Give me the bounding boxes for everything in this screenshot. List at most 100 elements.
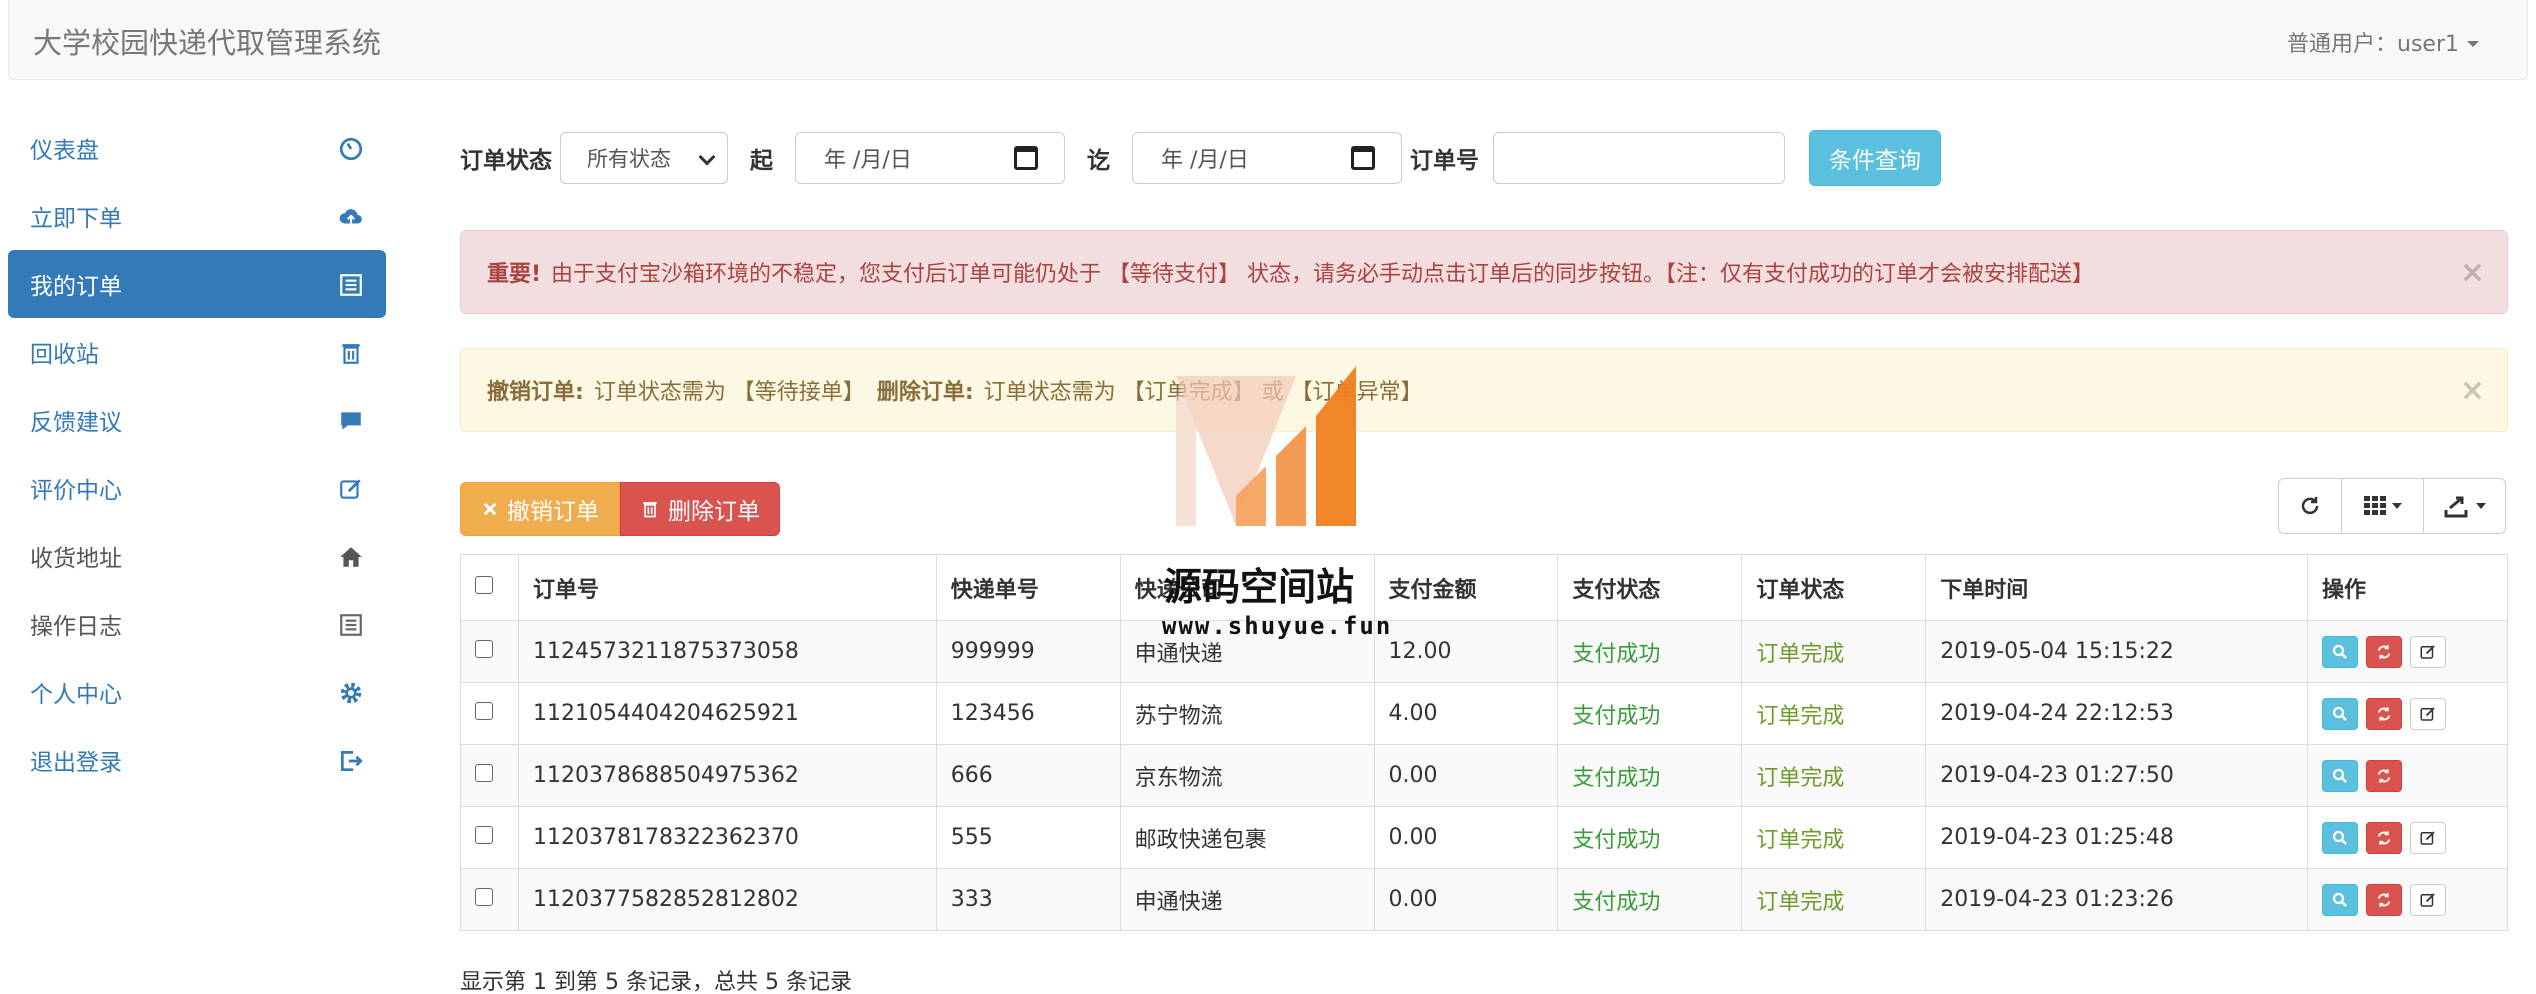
refresh-button[interactable] <box>2278 478 2342 534</box>
sidebar-item-label: 回收站 <box>30 342 99 368</box>
order-status-cell: 订单完成 <box>1741 868 1927 931</box>
row-select-cell <box>460 620 519 683</box>
end-date-input[interactable]: 年 /月/日 <box>1132 132 1402 184</box>
list-icon <box>340 274 362 296</box>
sync-button[interactable] <box>2366 821 2403 854</box>
sidebar-item-operation-log[interactable]: 操作日志 <box>8 590 386 658</box>
table-row[interactable]: 1124573211875373058 999999 申通快递 12.00 支付成功 订单… <box>460 620 2508 683</box>
review-button[interactable] <box>2410 883 2447 916</box>
table-row[interactable]: 1120378688504975362 666 京东物流 0.00 支付成功 订单完成 20… <box>460 744 2508 807</box>
alert-text: 订单状态需为 【等待接单】 <box>593 380 865 405</box>
order-status-cell: 订单完成 <box>1741 806 1927 869</box>
table-row[interactable]: 1120378178322362370 555 邮政快递包裹 0.00 支付成功 订单完成… <box>460 806 2508 869</box>
view-button[interactable] <box>2322 759 2359 792</box>
order-no-cell: 1120378178322362370 <box>517 806 937 869</box>
end-date-label: 讫 <box>1087 148 1110 174</box>
review-button[interactable] <box>2410 635 2447 668</box>
cancel-order-label: 撤销订单 <box>507 499 599 525</box>
sync-icon <box>2377 830 2391 845</box>
tracking-no-cell: 333 <box>935 868 1121 931</box>
amount-cell: 0.00 <box>1373 744 1559 807</box>
view-button[interactable] <box>2322 821 2359 854</box>
export-icon <box>2444 496 2467 518</box>
status-select[interactable]: 所有状态 <box>560 132 728 184</box>
amount-cell: 12.00 <box>1373 620 1559 683</box>
select-all-checkbox[interactable] <box>475 576 493 594</box>
pay-status-cell: 支付成功 <box>1557 868 1743 931</box>
alert-strong: 重要! <box>487 262 542 287</box>
sync-icon <box>2377 706 2391 721</box>
sync-icon <box>2377 892 2391 907</box>
columns-button[interactable] <box>2342 478 2424 534</box>
column-header[interactable]: 支付状态 <box>1557 554 1743 621</box>
sync-button[interactable] <box>2366 697 2403 730</box>
sidebar-item-review-center[interactable]: 评价中心 <box>8 454 386 522</box>
sidebar-item-my-orders[interactable]: 我的订单 <box>8 250 386 318</box>
row-checkbox[interactable] <box>475 640 493 658</box>
review-button[interactable] <box>2410 697 2447 730</box>
view-button[interactable] <box>2322 635 2359 668</box>
order-time-cell: 2019-04-23 01:27:50 <box>1925 744 2309 807</box>
order-time-cell: 2019-04-23 01:25:48 <box>1925 806 2309 869</box>
order-time-cell: 2019-05-04 15:15:22 <box>1925 620 2309 683</box>
start-date-label: 起 <box>750 148 773 174</box>
pay-status-cell: 支付成功 <box>1557 744 1743 807</box>
sidebar-item-address[interactable]: 收货地址 <box>8 522 386 590</box>
tracking-no-cell: 666 <box>935 744 1121 807</box>
delete-order-button[interactable]: 删除订单 <box>620 482 780 536</box>
row-checkbox[interactable] <box>475 888 493 906</box>
user-menu[interactable]: 普通用户：user1 <box>2287 26 2479 58</box>
table-row[interactable]: 1121054404204625921 123456 苏宁物流 4.00 支付成功 订单完… <box>460 682 2508 745</box>
sync-button[interactable] <box>2366 759 2403 792</box>
sidebar-item-logout[interactable]: 退出登录 <box>8 726 386 794</box>
sync-button[interactable] <box>2366 883 2403 916</box>
row-checkbox[interactable] <box>475 764 493 782</box>
order-no-cell: 1120378688504975362 <box>517 744 937 807</box>
calendar-icon[interactable] <box>1351 146 1375 170</box>
search-icon <box>2332 706 2347 721</box>
sidebar-item-recycle-bin[interactable]: 回收站 <box>8 318 386 386</box>
close-icon[interactable]: × <box>2460 255 2485 290</box>
column-header[interactable]: 订单号 <box>517 554 937 621</box>
sidebar-item-profile[interactable]: 个人中心 <box>8 658 386 726</box>
column-header: 操作 <box>2307 554 2508 621</box>
delete-order-label: 删除订单 <box>668 499 760 525</box>
calendar-icon[interactable] <box>1014 146 1038 170</box>
export-button[interactable] <box>2424 478 2506 534</box>
actions-cell <box>2307 744 2508 807</box>
row-checkbox[interactable] <box>475 826 493 844</box>
caret-down-icon <box>2391 503 2402 509</box>
row-checkbox[interactable] <box>475 702 493 720</box>
query-button[interactable]: 条件查询 <box>1809 130 1941 186</box>
view-button[interactable] <box>2322 697 2359 730</box>
column-header[interactable]: 下单时间 <box>1925 554 2309 621</box>
view-button[interactable] <box>2322 883 2359 916</box>
actions-cell <box>2307 806 2508 869</box>
sidebar-item-place-order[interactable]: 立即下单 <box>8 182 386 250</box>
cancel-order-button[interactable]: 撤销订单 <box>460 482 620 536</box>
sidebar-item-label: 反馈建议 <box>30 410 122 436</box>
edit-icon <box>2420 892 2435 907</box>
review-button[interactable] <box>2410 821 2447 854</box>
close-icon[interactable]: × <box>2460 373 2485 408</box>
company-cell: 苏宁物流 <box>1119 682 1375 745</box>
tracking-no-cell: 999999 <box>935 620 1121 683</box>
sync-button[interactable] <box>2366 635 2403 668</box>
logout-icon <box>340 750 363 772</box>
column-header[interactable]: 快递单号 <box>935 554 1121 621</box>
amount-cell: 4.00 <box>1373 682 1559 745</box>
trash-icon <box>643 502 657 518</box>
sidebar-item-label: 我的订单 <box>30 274 122 300</box>
column-header[interactable]: 订单状态 <box>1741 554 1927 621</box>
row-select-cell <box>460 744 519 807</box>
search-icon <box>2332 830 2347 845</box>
order-no-input[interactable] <box>1493 132 1785 184</box>
app-title[interactable]: 大学校园快递代取管理系统 <box>33 20 381 62</box>
table-row[interactable]: 1120377582852812802 333 申通快递 0.00 支付成功 订单完成 20… <box>460 868 2508 931</box>
sidebar-item-dashboard[interactable]: 仪表盘 <box>8 114 386 182</box>
important-alert: 重要! 由于支付宝沙箱环境的不稳定，您支付后订单可能仍处于 【等待支付】 状态，… <box>460 230 2508 314</box>
column-header[interactable]: 支付金额 <box>1373 554 1559 621</box>
actions-cell <box>2307 682 2508 745</box>
sidebar-item-feedback[interactable]: 反馈建议 <box>8 386 386 454</box>
start-date-input[interactable]: 年 /月/日 <box>795 132 1065 184</box>
